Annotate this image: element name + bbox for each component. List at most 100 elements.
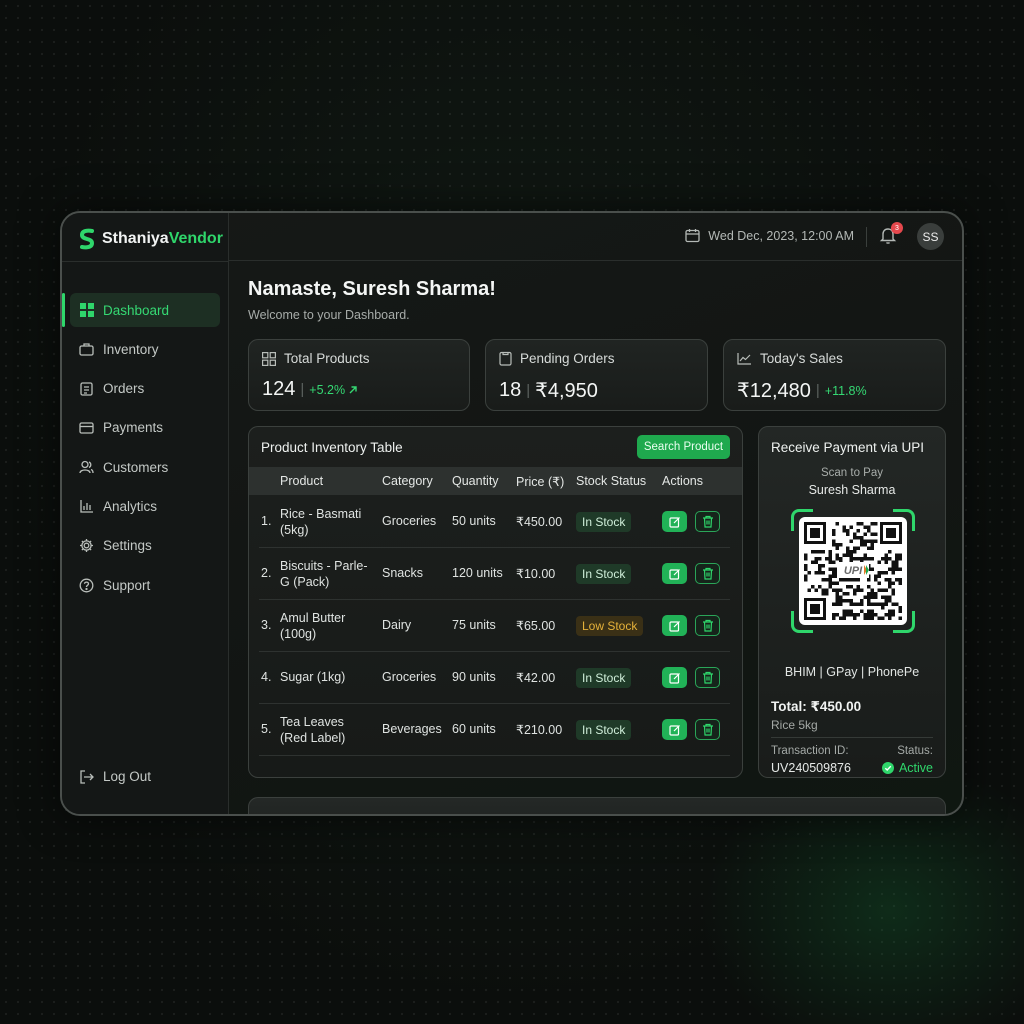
product-name-line1: Rice - Basmati — [280, 507, 362, 521]
qr-image: UPI — [799, 517, 907, 625]
qr-module — [853, 536, 857, 540]
column-header-category[interactable]: Category — [382, 474, 433, 488]
qr-module — [821, 550, 825, 554]
qr-module — [825, 592, 829, 596]
logout-button[interactable]: Log Out — [79, 769, 151, 784]
qr-module — [842, 525, 846, 529]
category-cell: Groceries — [382, 670, 437, 684]
table-row: 3. Amul Butter (100g) Dairy 75 units ₹65.… — [249, 600, 742, 652]
qr-module — [853, 532, 857, 536]
sidebar-item-analytics[interactable]: Analytics — [70, 489, 220, 523]
qr-module — [835, 602, 839, 606]
qr-module — [867, 539, 871, 543]
edit-button[interactable] — [662, 667, 687, 688]
qr-module — [835, 543, 839, 547]
row-number: 1. — [261, 514, 272, 528]
sidebar-item-settings[interactable]: Settings — [70, 529, 220, 563]
page-title: Namaste, Suresh Sharma! — [248, 278, 496, 300]
qr-module — [867, 546, 871, 550]
qr-module — [842, 553, 846, 557]
row-number: 2. — [261, 566, 272, 580]
quantity-cell: 60 units — [452, 722, 496, 736]
qr-module — [870, 532, 874, 536]
sidebar-item-payments[interactable]: Payments — [70, 411, 220, 445]
search-product-button[interactable]: Search Product — [637, 435, 730, 459]
qr-module — [898, 567, 902, 571]
qr-module — [874, 578, 878, 582]
stat-title: Total Products — [284, 351, 370, 366]
edit-button[interactable] — [662, 511, 687, 532]
qr-module — [888, 585, 892, 589]
qr-module — [828, 560, 832, 564]
qr-module — [814, 571, 818, 575]
stat-card-todays-sales: Today's Sales ₹12,480 | +11.8% — [723, 339, 946, 411]
qr-module — [888, 557, 892, 561]
table-row: 4. Sugar (1kg) Groceries 90 units ₹42.00… — [249, 652, 742, 704]
qr-module — [856, 613, 860, 617]
column-header-product[interactable]: Product — [280, 474, 323, 488]
page-subtitle: Welcome to your Dashboard. — [248, 308, 410, 322]
notifications-button[interactable]: 3 — [878, 222, 903, 247]
qr-module — [863, 557, 867, 561]
delete-button[interactable] — [695, 511, 720, 532]
column-header-stock-status[interactable]: Stock Status — [576, 474, 646, 488]
delete-button[interactable] — [695, 615, 720, 636]
column-header-price[interactable]: Price (₹) — [516, 474, 564, 489]
qr-module — [811, 550, 815, 554]
product-name: Rice - Basmati (5kg) — [280, 506, 361, 538]
qr-module — [804, 567, 808, 571]
qr-module — [870, 613, 874, 617]
delete-button[interactable] — [695, 563, 720, 584]
qr-module — [863, 616, 867, 620]
stat-title: Today's Sales — [760, 351, 843, 366]
edit-button[interactable] — [662, 719, 687, 740]
sidebar-item-orders[interactable]: Orders — [70, 372, 220, 406]
status-value: Active — [881, 761, 933, 775]
qr-module — [867, 585, 871, 589]
qr-module — [874, 574, 878, 578]
sidebar-item-label: Orders — [103, 381, 145, 397]
product-name-line2: (100g) — [280, 627, 317, 641]
sidebar-item-label: Inventory — [103, 341, 159, 357]
sidebar-item-dashboard[interactable]: Dashboard — [62, 293, 220, 327]
status-badge: In Stock — [576, 564, 632, 584]
column-header-quantity[interactable]: Quantity — [452, 474, 499, 488]
qr-module — [895, 578, 899, 582]
sidebar-item-inventory[interactable]: Inventory — [70, 332, 220, 366]
edit-button[interactable] — [662, 563, 687, 584]
qr-module — [888, 599, 892, 603]
column-header-actions: Actions — [662, 474, 703, 488]
clipboard-icon — [79, 381, 94, 396]
logout-label: Log Out — [103, 769, 152, 784]
brand-logo-link[interactable]: SthaniyaVendor — [78, 225, 223, 253]
delete-button[interactable] — [695, 719, 720, 740]
sidebar-item-support[interactable]: Support — [70, 568, 220, 602]
qr-module — [842, 616, 846, 620]
qr-module — [846, 609, 850, 613]
edit-button[interactable] — [662, 615, 687, 636]
avatar[interactable]: SS — [917, 223, 944, 250]
sidebar-item-customers[interactable]: Customers — [70, 450, 220, 484]
qr-module — [832, 581, 836, 585]
qr-module — [888, 581, 892, 585]
qr-module — [853, 557, 857, 561]
qr-module — [818, 557, 822, 561]
qr-module — [832, 529, 836, 533]
app-window: SthaniyaVendor Dashboard Inventory Order… — [60, 211, 964, 816]
qr-module — [853, 616, 857, 620]
qr-code[interactable]: UPI — [791, 509, 915, 633]
product-name-line1: Amul Butter — [280, 611, 346, 625]
stat-title-row: Pending Orders — [499, 351, 615, 366]
qr-module — [814, 560, 818, 564]
stat-card-total-products: Total Products 124 | +5.2% — [248, 339, 470, 411]
qr-module — [835, 613, 839, 617]
qr-module — [877, 574, 881, 578]
qr-module — [863, 525, 867, 529]
qr-module — [846, 532, 850, 536]
qr-module — [835, 522, 839, 526]
qr-module — [853, 602, 857, 606]
qr-module — [877, 588, 881, 592]
delete-button[interactable] — [695, 667, 720, 688]
qr-module — [884, 602, 888, 606]
product-name: Amul Butter (100g) — [280, 610, 345, 642]
